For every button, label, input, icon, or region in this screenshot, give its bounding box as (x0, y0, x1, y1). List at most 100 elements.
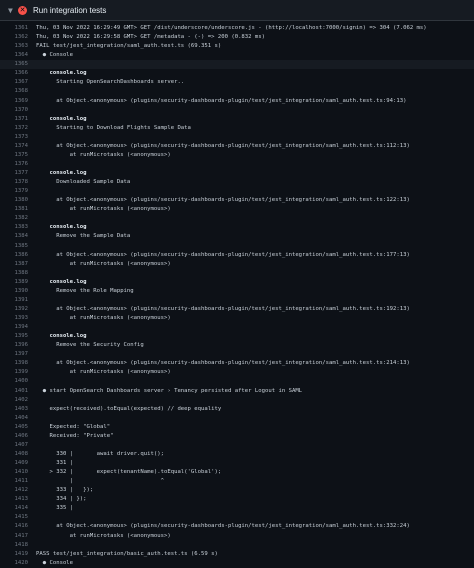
line-number[interactable]: 1398 (0, 359, 36, 368)
log-line: 1412 333 | }); (0, 486, 474, 495)
chevron-down-icon[interactable]: ▼ (8, 6, 18, 15)
line-text: console.log (36, 170, 87, 176)
log-line: 1407 (0, 441, 474, 450)
line-number[interactable]: 1418 (0, 541, 36, 550)
line-number[interactable]: 1375 (0, 151, 36, 160)
line-text: at Object.<anonymous> (plugins/security-… (36, 197, 410, 204)
line-number[interactable]: 1411 (0, 477, 36, 486)
step-title: Run integration tests (33, 5, 107, 15)
line-number[interactable]: 1380 (0, 196, 36, 205)
log-line: 1376 (0, 160, 474, 169)
job-step-header[interactable]: ▼ ✕ Run integration tests (0, 0, 474, 21)
log-line: 1415 (0, 513, 474, 522)
log-line: 1419 PASS test/jest_integration/basic_aut… (0, 550, 474, 559)
line-number[interactable]: 1383 (0, 223, 36, 232)
line-number[interactable]: 1377 (0, 169, 36, 178)
log-line: 1381 at runMicrotasks (<anonymous>) (0, 205, 474, 214)
line-number[interactable]: 1391 (0, 296, 36, 305)
line-number[interactable]: 1396 (0, 341, 36, 350)
line-number[interactable]: 1413 (0, 495, 36, 504)
line-number[interactable]: 1414 (0, 504, 36, 513)
line-text: Thu, 03 Nov 2022 16:29:58 GMT> GET /meta… (36, 34, 266, 41)
line-text: at runMicrotasks (<anonymous>) (36, 206, 171, 213)
line-number[interactable]: 1407 (0, 441, 36, 450)
line-number[interactable]: 1402 (0, 396, 36, 405)
line-number[interactable]: 1373 (0, 133, 36, 142)
line-number[interactable]: 1397 (0, 350, 36, 359)
line-number[interactable]: 1417 (0, 532, 36, 541)
line-number[interactable]: 1416 (0, 522, 36, 531)
line-number[interactable]: 1362 (0, 33, 36, 42)
line-number[interactable]: 1401 (0, 387, 36, 396)
line-number[interactable]: 1361 (0, 24, 36, 33)
line-text: at Object.<anonymous> (plugins/security-… (36, 97, 407, 104)
line-number[interactable]: 1412 (0, 486, 36, 495)
line-number[interactable]: 1378 (0, 178, 36, 187)
line-number[interactable]: 1364 (0, 51, 36, 60)
log-line: 1390 Remove the Role Mapping (0, 287, 474, 296)
log-line: 1368 (0, 87, 474, 96)
log-line: 1367 Starting OpenSearchDashboards serve… (0, 78, 474, 87)
line-number[interactable]: 1410 (0, 468, 36, 477)
line-number[interactable]: 1372 (0, 124, 36, 133)
log-line: 1399 at runMicrotasks (<anonymous>) (0, 368, 474, 377)
line-text: ● start OpenSearch Dashboards server › T… (36, 387, 303, 394)
log-line: 1388 (0, 269, 474, 278)
line-number[interactable]: 1389 (0, 278, 36, 287)
line-number[interactable]: 1406 (0, 432, 36, 441)
line-number[interactable]: 1395 (0, 332, 36, 341)
line-number[interactable]: 1369 (0, 97, 36, 106)
log-line: 1416 at Object.<anonymous> (plugins/secu… (0, 522, 474, 531)
line-text: at Object.<anonymous> (plugins/security-… (36, 360, 410, 367)
line-number[interactable]: 1366 (0, 69, 36, 78)
log-line: 1410 > 332 | expect(tenantName).toEqual(… (0, 468, 474, 477)
log-line: 1392 at Object.<anonymous> (plugins/secu… (0, 305, 474, 314)
line-number[interactable]: 1404 (0, 414, 36, 423)
log-line: 1413 334 | }); (0, 495, 474, 504)
line-number[interactable]: 1376 (0, 160, 36, 169)
line-number[interactable]: 1403 (0, 405, 36, 414)
line-number[interactable]: 1405 (0, 423, 36, 432)
line-number[interactable]: 1379 (0, 187, 36, 196)
line-text: at Object.<anonymous> (plugins/security-… (36, 305, 410, 312)
line-number[interactable]: 1408 (0, 450, 36, 459)
line-number[interactable]: 1370 (0, 106, 36, 115)
line-number[interactable]: 1394 (0, 323, 36, 332)
line-number[interactable]: 1368 (0, 87, 36, 96)
line-number[interactable]: 1400 (0, 377, 36, 386)
line-number[interactable]: 1388 (0, 269, 36, 278)
line-number[interactable]: 1384 (0, 232, 36, 241)
line-number[interactable]: 1419 (0, 550, 36, 559)
line-text: Remove the Role Mapping (36, 287, 134, 294)
line-text: Thu, 03 Nov 2022 16:29:49 GMT> GET /dist… (36, 25, 427, 31)
line-number[interactable]: 1420 (0, 559, 36, 568)
line-number[interactable]: 1390 (0, 287, 36, 296)
line-number[interactable]: 1363 (0, 42, 36, 51)
log-line: 1384 Remove the Sample Data (0, 232, 474, 241)
line-number[interactable]: 1393 (0, 314, 36, 323)
line-text: Remove the Sample Data (36, 233, 131, 240)
line-text: console.log (36, 70, 87, 77)
log-line: 1397 (0, 350, 474, 359)
line-number[interactable]: 1399 (0, 368, 36, 377)
line-number[interactable]: 1387 (0, 260, 36, 269)
log-line: 1369 at Object.<anonymous> (plugins/secu… (0, 97, 474, 106)
line-number[interactable]: 1409 (0, 459, 36, 468)
line-number[interactable]: 1381 (0, 205, 36, 214)
line-number[interactable]: 1386 (0, 251, 36, 260)
line-number[interactable]: 1392 (0, 305, 36, 314)
line-number[interactable]: 1374 (0, 142, 36, 151)
line-number[interactable]: 1365 (0, 60, 36, 69)
line-text: at runMicrotasks (<anonymous>) (36, 315, 171, 321)
line-number[interactable]: 1367 (0, 78, 36, 87)
line-number[interactable]: 1415 (0, 513, 36, 522)
log-line: 1361 Thu, 03 Nov 2022 16:29:49 GMT> GET /… (0, 24, 474, 33)
line-number[interactable]: 1382 (0, 214, 36, 223)
fail-icon: ✕ (18, 5, 27, 15)
line-number[interactable]: 1385 (0, 242, 36, 251)
line-text: at runMicrotasks (<anonymous>) (36, 151, 171, 158)
log-line: 1414 335 | (0, 504, 474, 513)
line-text: expect(received).toEqual(expected) // de… (36, 405, 222, 412)
line-text: Downloaded Sample Data (36, 179, 131, 186)
line-number[interactable]: 1371 (0, 115, 36, 124)
